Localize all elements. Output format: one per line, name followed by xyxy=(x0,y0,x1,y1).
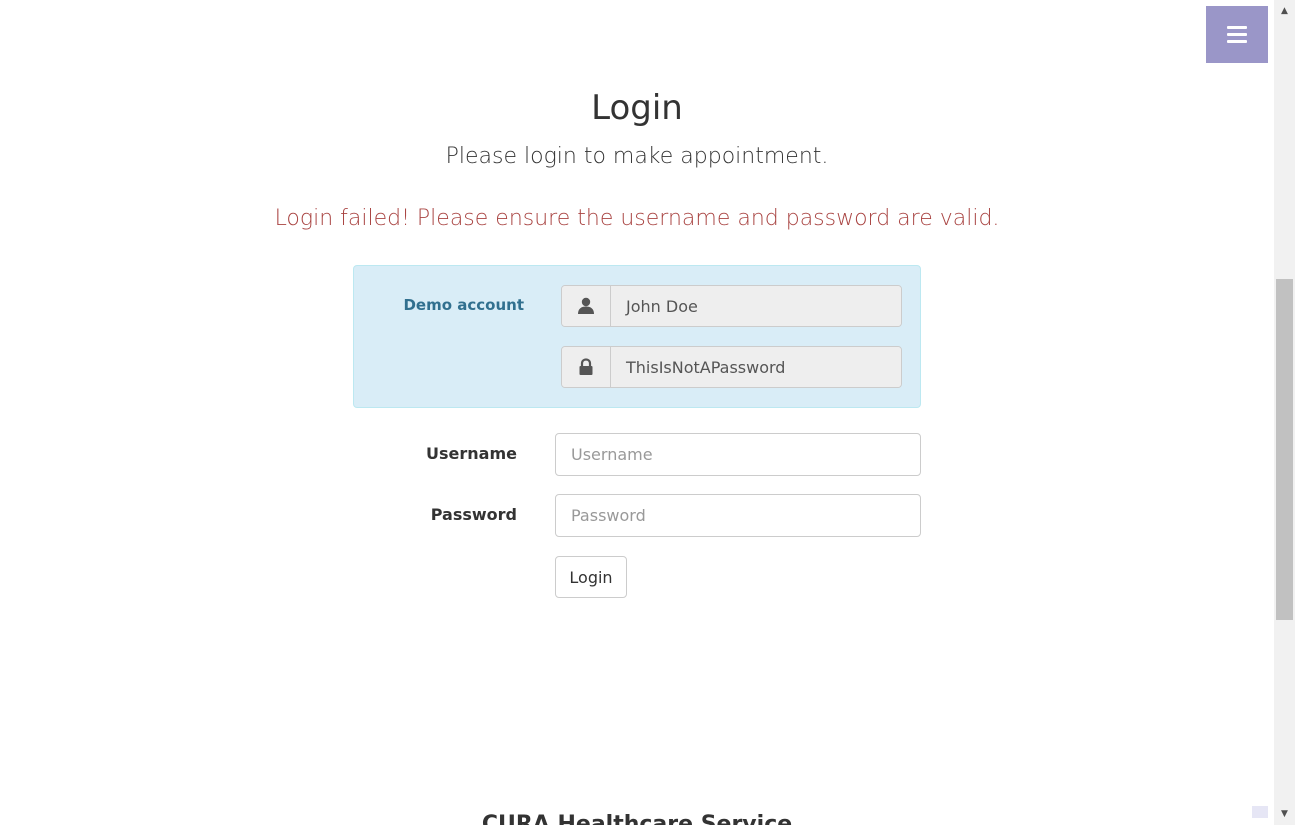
hamburger-icon-bar xyxy=(1227,33,1247,36)
scroll-up-icon[interactable]: ▲ xyxy=(1274,2,1295,20)
hamburger-icon-bar xyxy=(1227,40,1247,43)
footer-title: CURA Healthcare Service xyxy=(481,812,793,825)
demo-password-value[interactable]: ThisIsNotAPassword xyxy=(611,347,901,387)
hamburger-icon xyxy=(1227,26,1247,29)
login-button[interactable]: Login xyxy=(555,556,627,598)
demo-username-group: John Doe xyxy=(561,285,902,327)
corner-widget xyxy=(1252,806,1268,818)
username-input[interactable] xyxy=(555,433,921,476)
vertical-scrollbar[interactable]: ▲ ▼ xyxy=(1274,0,1295,825)
password-input[interactable] xyxy=(555,494,921,537)
username-label: Username xyxy=(426,444,517,463)
demo-account-panel: Demo account John Doe ThisIsNotAPassword xyxy=(353,265,921,408)
page-subtitle: Please login to make appointment. xyxy=(445,144,829,169)
scroll-down-icon[interactable]: ▼ xyxy=(1274,805,1295,823)
login-error-message: Login failed! Please ensure the username… xyxy=(274,206,1000,231)
demo-username-value[interactable]: John Doe xyxy=(611,286,901,326)
lock-icon xyxy=(562,347,611,387)
scrollbar-thumb[interactable] xyxy=(1276,279,1293,620)
page-title: Login xyxy=(591,88,683,128)
user-icon xyxy=(562,286,611,326)
demo-password-group: ThisIsNotAPassword xyxy=(561,346,902,388)
menu-toggle-button[interactable] xyxy=(1206,6,1268,63)
demo-account-label: Demo account xyxy=(403,296,524,314)
password-label: Password xyxy=(430,505,517,524)
